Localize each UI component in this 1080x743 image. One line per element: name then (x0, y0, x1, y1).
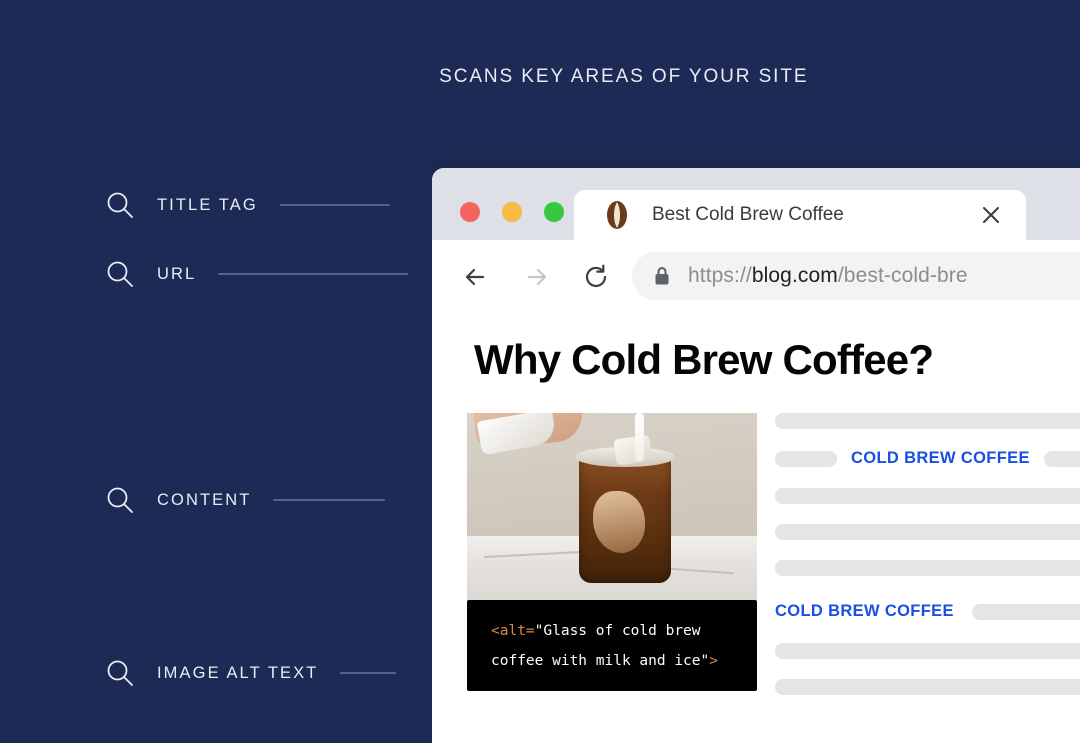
connector-line (279, 204, 390, 206)
alt-text-code-overlay: <alt="Glass of cold brew coffee with mil… (467, 600, 757, 691)
scan-item-url[interactable]: URL (105, 259, 409, 289)
skeleton-bar (775, 488, 1080, 504)
url-scheme: https:// (688, 264, 752, 287)
alt-tag-open: <alt= (491, 623, 535, 639)
address-bar[interactable]: https://blog.com/best-cold-bre (632, 252, 1080, 300)
scan-list-panel: TITLE TAG URL CONTENT IMAGE ALT TEXT (0, 0, 432, 743)
window-controls (460, 202, 564, 222)
skeleton-bar (775, 560, 1080, 576)
browser-tab[interactable]: Best Cold Brew Coffee (574, 190, 1026, 240)
browser-chrome-bar: Best Cold Brew Coffee (432, 168, 1080, 240)
skeleton-bar (775, 679, 1080, 695)
alt-code-line-2: coffee with milk and ice"> (491, 646, 739, 676)
arrow-left-icon[interactable] (457, 258, 495, 296)
skeleton-bar (775, 643, 1080, 659)
skeleton-bar (775, 413, 1080, 429)
minimize-traffic-light[interactable] (502, 202, 522, 222)
close-traffic-light[interactable] (460, 202, 480, 222)
skeleton-bar (775, 524, 1080, 540)
url-text: https://blog.com/best-cold-bre (688, 264, 968, 288)
scan-item-title-tag[interactable]: TITLE TAG (105, 190, 390, 220)
skeleton-row (775, 488, 1080, 504)
alt-value-line-2: coffee with milk and ice" (491, 653, 710, 669)
connector-line (218, 273, 409, 275)
skeleton-bar (971, 603, 1080, 620)
url-domain: blog.com (751, 264, 838, 287)
connector-line (273, 499, 386, 501)
scan-item-label: IMAGE ALT TEXT (157, 663, 319, 682)
article-text-column: COLD BREW COFFEE COLD BREW COFFEE (775, 413, 1080, 715)
scan-item-label: URL (157, 264, 197, 283)
reload-icon[interactable] (577, 258, 615, 296)
scan-item-image-alt-text[interactable]: IMAGE ALT TEXT (105, 658, 397, 688)
alt-code-line-1: <alt="Glass of cold brew (491, 616, 739, 646)
article-photo (467, 413, 757, 600)
skeleton-row (775, 524, 1080, 540)
skeleton-row (775, 679, 1080, 695)
alt-tag-close: > (709, 653, 718, 669)
close-icon[interactable] (974, 198, 1008, 232)
search-icon (105, 485, 135, 515)
skeleton-row (775, 560, 1080, 576)
scan-item-content[interactable]: CONTENT (105, 485, 386, 515)
connector-line (340, 672, 397, 674)
search-icon (105, 259, 135, 289)
article-heading: Why Cold Brew Coffee? (474, 336, 934, 383)
scan-item-label: TITLE TAG (157, 195, 258, 214)
alt-value-line-1: "Glass of cold brew (534, 623, 701, 639)
search-icon (105, 190, 135, 220)
skeleton-row (775, 413, 1080, 429)
infographic-canvas: GOOGLE STILL SCANS KEY AREAS OF YOUR SIT… (0, 0, 1080, 743)
skeleton-row: COLD BREW COFFEE (775, 602, 1080, 621)
arrow-right-icon[interactable] (517, 258, 555, 296)
url-path: /best-cold-bre (837, 264, 968, 287)
browser-nav-bar: https://blog.com/best-cold-bre (432, 240, 1080, 314)
coffee-bean-icon (607, 201, 627, 229)
tab-title: Best Cold Brew Coffee (652, 204, 844, 225)
page-content: Why Cold Brew Coffee? <alt="Glass of col… (432, 314, 1080, 743)
lock-icon (655, 267, 669, 285)
skeleton-row (775, 643, 1080, 659)
search-icon (105, 658, 135, 688)
browser-window: Best Cold Brew Coffee https://blog.com/b… (432, 168, 1080, 743)
scan-item-label: CONTENT (157, 490, 252, 509)
skeleton-row: COLD BREW COFFEE (775, 449, 1080, 468)
maximize-traffic-light[interactable] (544, 202, 564, 222)
skeleton-bar (1043, 450, 1080, 467)
inline-link-cold-brew-coffee[interactable]: COLD BREW COFFEE (851, 449, 1030, 468)
skeleton-bar (775, 450, 837, 467)
inline-link-cold-brew-coffee[interactable]: COLD BREW COFFEE (775, 602, 954, 621)
